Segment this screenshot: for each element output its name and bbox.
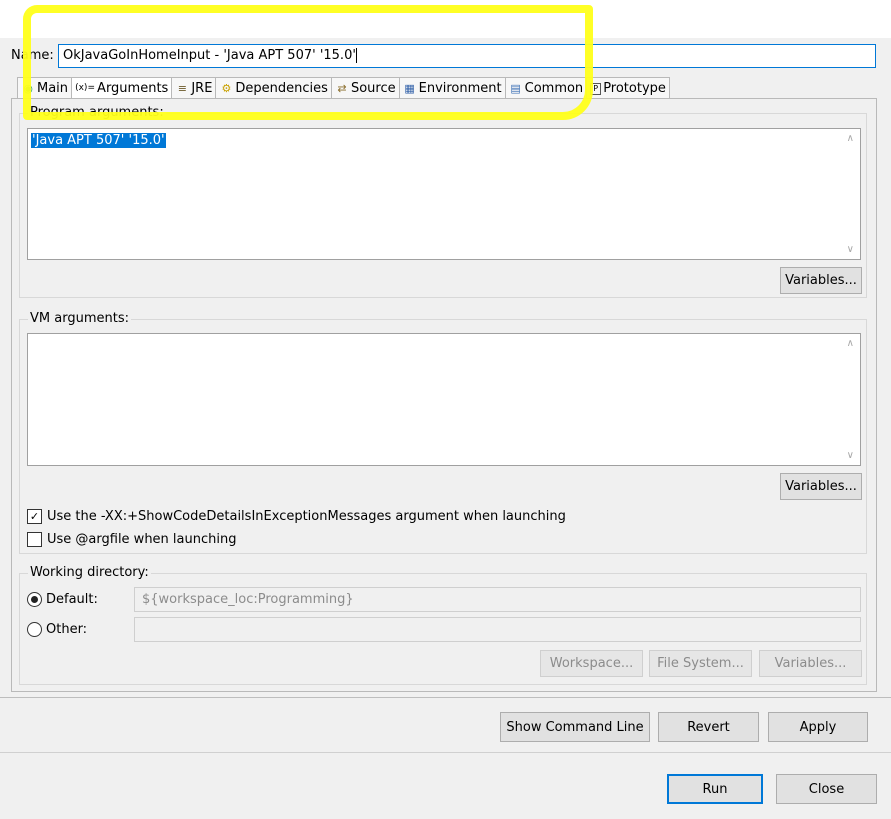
- tab-arguments[interactable]: (x)= Arguments: [72, 77, 173, 100]
- other-directory-field[interactable]: [134, 617, 861, 642]
- tab-environment[interactable]: ▦ Environment: [399, 77, 506, 100]
- show-command-line-button[interactable]: Show Command Line: [500, 712, 650, 742]
- tab-source[interactable]: ⇄ Source: [331, 77, 400, 100]
- tab-main[interactable]: ◉ Main: [17, 77, 73, 100]
- show-code-details-checkbox[interactable]: ✓: [27, 509, 42, 524]
- separator: [0, 697, 891, 698]
- tab-jre[interactable]: ≡ JRE: [172, 77, 217, 100]
- program-arguments-textarea[interactable]: 'Java APT 507' '15.0' ∧ ∨: [27, 128, 861, 260]
- tab-prototype-label: Prototype: [603, 81, 666, 96]
- other-radio-row[interactable]: Other:: [27, 622, 87, 637]
- checkmark-icon: ✓: [29, 510, 40, 523]
- show-code-details-label: Use the -XX:+ShowCodeDetailsInExceptionM…: [47, 509, 566, 524]
- tab-dependencies-label: Dependencies: [235, 81, 328, 96]
- tab-main-label: Main: [37, 81, 69, 96]
- tab-dependencies[interactable]: ⚙ Dependencies: [216, 77, 332, 100]
- vm-variables-button[interactable]: Variables...: [780, 473, 862, 500]
- default-directory-field: ${workspace_loc:Programming}: [134, 587, 861, 612]
- program-variables-button[interactable]: Variables...: [780, 267, 862, 294]
- main-icon: ◉: [23, 82, 33, 95]
- workspace-button[interactable]: Workspace...: [540, 650, 643, 677]
- name-field[interactable]: OkJavaGoInHomeInput - 'Java APT 507' '15…: [58, 44, 876, 68]
- scroll-down-icon[interactable]: ∨: [847, 244, 854, 255]
- other-radio-label: Other:: [46, 622, 88, 637]
- program-arguments-label: Program arguments:: [28, 105, 166, 120]
- show-code-details-checkbox-row[interactable]: ✓ Use the -XX:+ShowCodeDetailsInExceptio…: [27, 509, 566, 524]
- tab-prototype[interactable]: P Prototype: [587, 77, 670, 100]
- working-dir-variables-button[interactable]: Variables...: [759, 650, 862, 677]
- source-icon: ⇄: [337, 82, 347, 95]
- argfile-checkbox[interactable]: [27, 532, 42, 547]
- file-system-button[interactable]: File System...: [649, 650, 752, 677]
- scroll-up-icon[interactable]: ∧: [847, 133, 854, 144]
- scroll-up-icon[interactable]: ∧: [847, 338, 854, 349]
- tab-common[interactable]: ▤ Common: [505, 77, 588, 100]
- scroll-down-icon[interactable]: ∨: [847, 450, 854, 461]
- text-caret: [355, 48, 357, 63]
- program-arguments-value: 'Java APT 507' '15.0': [31, 133, 166, 148]
- default-radio-label: Default:: [46, 592, 98, 607]
- argfile-checkbox-row[interactable]: Use @argfile when launching: [27, 532, 236, 547]
- tab-arguments-label: Arguments: [97, 81, 169, 96]
- name-label: Name:: [11, 48, 54, 63]
- prototype-icon: P: [590, 82, 602, 95]
- vm-arguments-textarea[interactable]: ∧ ∨: [27, 333, 861, 466]
- title-area: [0, 0, 891, 38]
- default-radio[interactable]: [27, 592, 42, 607]
- separator: [0, 752, 891, 753]
- radio-selected-dot: [31, 596, 38, 603]
- jre-icon: ≡: [177, 82, 187, 95]
- tab-bar: ◉ Main (x)= Arguments ≡ JRE ⚙ Dependenci…: [17, 77, 670, 100]
- tab-common-label: Common: [524, 81, 584, 96]
- vm-arguments-label: VM arguments:: [28, 311, 131, 326]
- run-button[interactable]: Run: [667, 774, 763, 804]
- default-directory-value: ${workspace_loc:Programming}: [142, 592, 354, 607]
- dependencies-icon: ⚙: [221, 82, 232, 95]
- argfile-label: Use @argfile when launching: [47, 532, 237, 547]
- revert-button[interactable]: Revert: [658, 712, 759, 742]
- name-field-value: OkJavaGoInHomeInput - 'Java APT 507' '15…: [63, 48, 356, 63]
- common-icon: ▤: [510, 82, 521, 95]
- environment-icon: ▦: [404, 82, 415, 95]
- close-button[interactable]: Close: [776, 774, 877, 804]
- tab-jre-label: JRE: [191, 81, 213, 96]
- default-radio-row[interactable]: Default:: [27, 592, 98, 607]
- arguments-icon: (x)=: [75, 83, 95, 93]
- tab-source-label: Source: [350, 81, 396, 96]
- apply-button[interactable]: Apply: [768, 712, 868, 742]
- working-directory-label: Working directory:: [28, 565, 151, 580]
- tab-environment-label: Environment: [418, 81, 502, 96]
- other-radio[interactable]: [27, 622, 42, 637]
